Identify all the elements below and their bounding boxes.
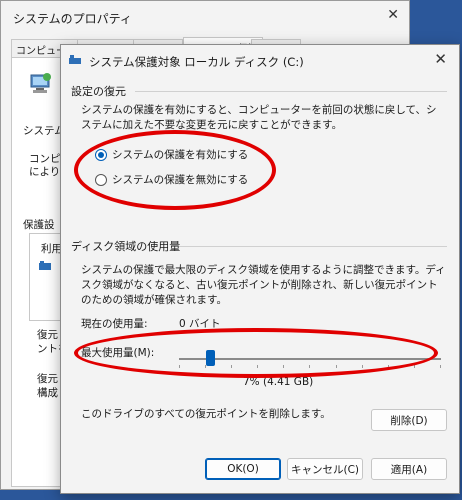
computer-icon [30,73,51,93]
system-properties-close-icon[interactable]: ✕ [387,7,399,23]
slider-track[interactable] [179,358,441,360]
current-usage-value: 0 バイト [179,318,221,330]
current-usage-label: 現在の使用量: [81,318,148,330]
slider-ticks [179,365,441,368]
max-usage-label: 最大使用量(M): [81,347,155,359]
disk-usage-heading: ディスク領域の使用量 [71,240,181,253]
system-properties-titlebar: システムのプロパティ ✕ [1,1,409,33]
apply-button[interactable]: 適用(A) [371,458,447,480]
drive-icon [69,55,81,64]
slider-thumb[interactable] [206,350,216,366]
configure-text-fragment-2: 構成 [37,387,58,399]
enable-protection-option[interactable]: システムの保護を有効にする [95,147,248,162]
protection-settings-fragment: 保護設 [23,219,55,231]
disk-usage-description: システムの保護で最大限のディスク領域を使用するように調整できます。ディスク領域が… [81,264,446,306]
configure-text-fragment-1: 復元 [37,373,58,385]
restore-text-fragment-1: 復元 [37,329,58,341]
dialog-title: システム保護対象 ローカル ディスク (C:) [89,55,304,69]
restore-settings-heading: 設定の復元 [71,85,126,98]
ok-button[interactable]: OK(O) [205,458,281,480]
enable-protection-radio[interactable] [95,148,107,161]
delete-description: このドライブのすべての復元ポイントを削除します。 [81,408,331,420]
cancel-button[interactable]: キャンセル(C) [287,458,363,480]
disk-usage-divider [179,246,447,247]
system-label-fragment: システム [23,125,65,137]
restore-settings-description: システムの保護を有効にすると、コンピューターを前回の状態に戻して、システムに加え… [81,104,437,131]
delete-button[interactable]: 削除(D) [371,409,447,431]
dialog-close-icon[interactable]: ✕ [434,50,447,68]
drive-icon [39,261,51,270]
enable-protection-label: システムの保護を有効にする [112,149,249,161]
disable-protection-label: システムの保護を無効にする [112,174,249,186]
system-protection-dialog: システム保護対象 ローカル ディスク (C:) ✕ 設定の復元 システムの保護を… [60,44,460,494]
restore-settings-divider [135,91,447,92]
disable-protection-radio[interactable] [95,173,107,186]
available-drives-fragment: 利用 [41,243,62,255]
disable-protection-option[interactable]: システムの保護を無効にする [95,172,248,187]
max-usage-readout: 7% (4.41 GB) [243,376,314,388]
max-usage-slider[interactable] [179,349,441,369]
system-properties-title: システムのプロパティ [13,12,132,26]
dialog-titlebar: システム保護対象 ローカル ディスク (C:) ✕ [61,45,459,75]
